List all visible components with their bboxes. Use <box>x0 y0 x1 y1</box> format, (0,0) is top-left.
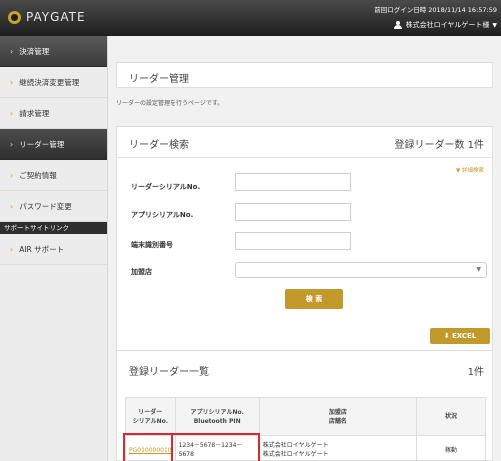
paygate-logo-icon <box>8 10 21 24</box>
highlight-app-serial <box>171 433 260 461</box>
page-title: リーダー管理 <box>129 74 189 85</box>
sidebar-item-label: リーダー管理 <box>19 139 65 149</box>
chevron-right-icon: › <box>10 170 14 180</box>
sidebar-item-label: ご契約情報 <box>19 170 57 180</box>
sidebar-item-payment[interactable]: › 決済管理 <box>0 36 107 67</box>
user-icon <box>393 21 402 29</box>
page-title-panel: リーダー管理 <box>116 62 493 88</box>
last-login-text: 前回ログイン日時 2018/11/14 16:57:59 <box>374 6 497 14</box>
sidebar-item-label: 請求管理 <box>19 108 50 118</box>
col-merchant: 加盟店 店舗名 <box>258 397 418 436</box>
sidebar-item-label: AIR サポート <box>19 244 65 254</box>
col-app-serial: アプリシリアルNo. Bluetooth PIN <box>174 397 260 436</box>
reader-serial-input[interactable] <box>235 173 351 191</box>
sidebar-item-air-support[interactable]: › AIR サポート <box>0 234 107 265</box>
highlight-reader-serial <box>123 433 173 461</box>
top-bar: PAYGATE 前回ログイン日時 2018/11/14 16:57:59 株式会… <box>0 0 501 36</box>
merchant-label: 加盟店 <box>131 268 152 276</box>
page-description: リーダーの設定管理を行うページです。 <box>116 100 224 107</box>
user-name: 株式会社ロイヤルゲート様 <box>405 21 490 29</box>
list-count: 1件 <box>467 367 484 378</box>
sidebar-item-reader[interactable]: › リーダー管理 <box>0 129 107 160</box>
user-menu[interactable]: 株式会社ロイヤルゲート様 ▼ <box>393 20 497 30</box>
terminal-id-input[interactable] <box>235 232 351 250</box>
chevron-down-icon: ▼ <box>492 21 497 29</box>
sidebar-item-password[interactable]: › パスワード変更 <box>0 191 107 222</box>
app-serial-label: アプリシリアルNo. <box>131 211 194 219</box>
chevron-down-icon: ▼ <box>476 266 481 273</box>
chevron-right-icon: › <box>10 244 14 254</box>
status-cell: 稼動 <box>416 435 486 461</box>
table-header-row: リーダー シリアルNo. アプリシリアルNo. Bluetooth PIN 加盟… <box>125 397 486 436</box>
chevron-right-icon: › <box>10 201 14 211</box>
list-title: 登録リーダー一覧 <box>129 367 209 378</box>
support-section-header: サポートサイトリンク <box>0 222 107 234</box>
reader-count: 登録リーダー数 1件 <box>394 140 484 151</box>
col-reader-serial: リーダー シリアルNo. <box>125 397 176 436</box>
col-status: 状況 <box>416 397 486 436</box>
search-title: リーダー検索 <box>129 140 189 151</box>
sidebar-item-billing[interactable]: › 請求管理 <box>0 98 107 129</box>
sidebar-item-contract[interactable]: › ご契約情報 <box>0 160 107 191</box>
excel-export-button[interactable]: ⬇ EXCEL <box>430 328 490 344</box>
app-serial-input[interactable] <box>235 203 351 221</box>
terminal-label: 端末識別番号 <box>131 241 173 249</box>
sidebar-item-label: 決済管理 <box>19 46 50 56</box>
merchant-select[interactable]: ▼ <box>235 262 487 278</box>
chevron-right-icon: › <box>10 46 14 56</box>
serial-label: リーダーシリアルNo. <box>131 183 201 191</box>
sidebar-item-recurring[interactable]: › 継続決済変更管理 <box>0 67 107 98</box>
detail-search-link[interactable]: ▼ 詳細検索 <box>456 166 484 174</box>
paygate-logo[interactable]: PAYGATE <box>8 10 86 24</box>
logo-text: PAYGATE <box>26 10 86 24</box>
sidebar-item-label: パスワード変更 <box>19 201 72 211</box>
merchant-cell: 株式会社ロイヤルゲート 株式会社ロイヤルゲート <box>258 435 418 461</box>
chevron-right-icon: › <box>10 139 14 149</box>
search-button[interactable]: 検 索 <box>285 289 343 309</box>
chevron-right-icon: › <box>10 77 14 87</box>
sidebar-item-label: 継続決済変更管理 <box>19 77 80 87</box>
reader-list-panel: 登録リーダー一覧 1件 リーダー シリアルNo. アプリシリアルNo. Blue… <box>116 350 493 461</box>
search-panel: リーダー検索 登録リーダー数 1件 ▼ 詳細検索 リーダーシリアルNo. アプリ… <box>116 126 493 356</box>
chevron-right-icon: › <box>10 108 14 118</box>
main-content: リーダー管理 リーダーの設定管理を行うページです。 リーダー検索 登録リーダー数… <box>108 36 501 461</box>
divider <box>117 157 492 158</box>
sidebar: › 決済管理 › 継続決済変更管理 › 請求管理 › リーダー管理 › ご契約情… <box>0 36 108 461</box>
